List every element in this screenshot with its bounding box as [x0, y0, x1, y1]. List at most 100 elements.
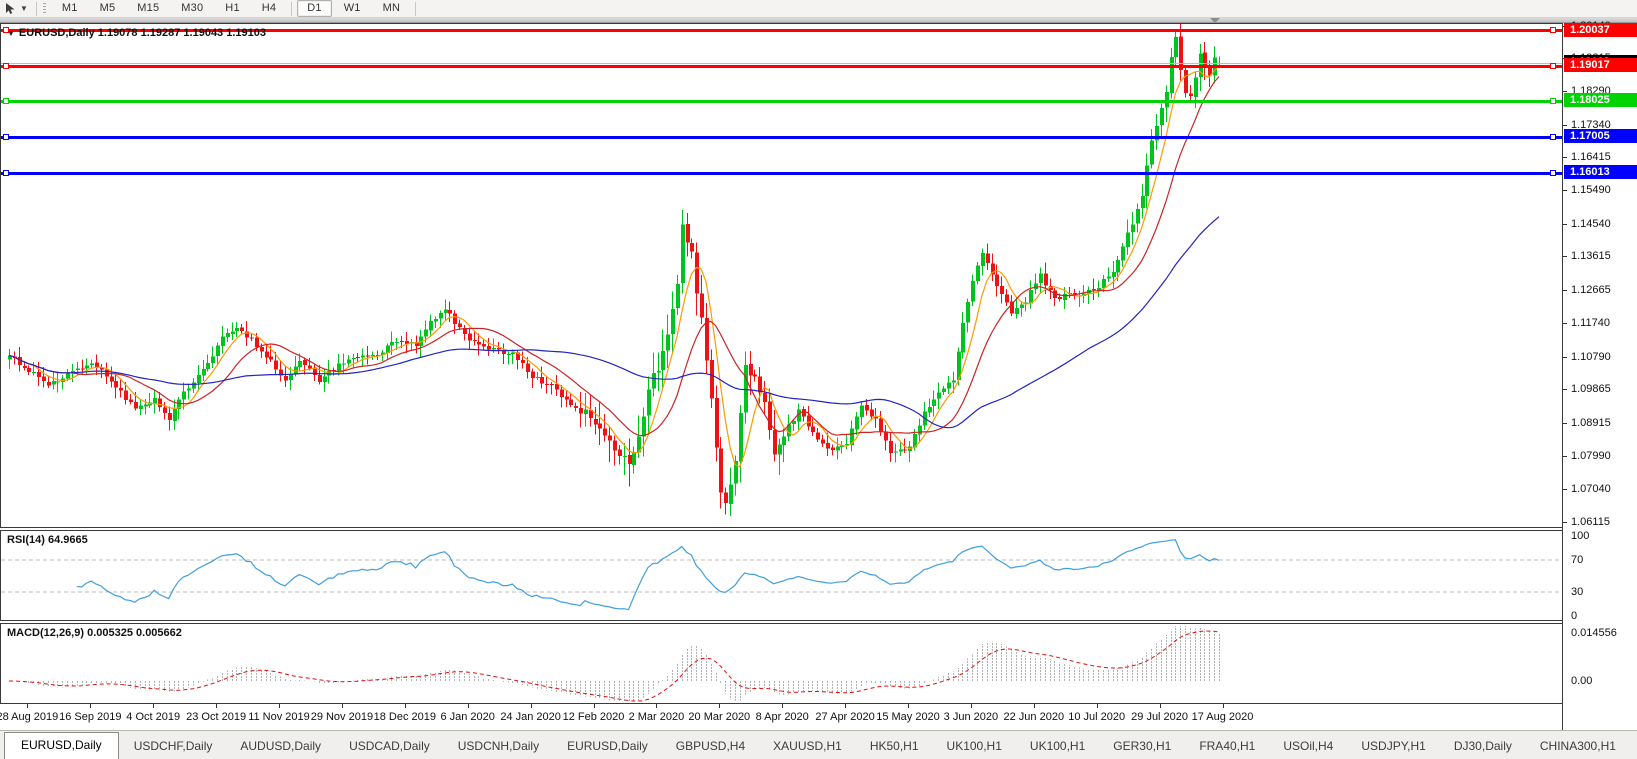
- horizontal-level-line[interactable]: [1, 171, 1562, 175]
- axis-tick: [1563, 455, 1567, 457]
- level-endpoint-handle[interactable]: [3, 169, 9, 176]
- period-button-h1[interactable]: H1: [215, 0, 249, 17]
- axis-tick: [1563, 190, 1567, 192]
- date-tick: [153, 704, 154, 708]
- axis-tick: [1563, 521, 1567, 523]
- date-label: 24 Jan 2020: [500, 711, 561, 723]
- date-tick: [468, 704, 469, 708]
- level-endpoint-handle[interactable]: [3, 98, 9, 105]
- tab-usoil-h1[interactable]: USOil,H1: [1631, 734, 1637, 759]
- period-button-w1[interactable]: W1: [334, 0, 371, 17]
- macd-canvas: [9, 626, 1220, 702]
- date-tick: [216, 704, 217, 708]
- macd-axis-label: 0.014556: [1571, 627, 1617, 639]
- level-endpoint-handle[interactable]: [1550, 27, 1556, 34]
- macd-indicator-pane[interactable]: MACD(12,26,9) 0.005325 0.005662: [0, 623, 1562, 704]
- level-endpoint-handle[interactable]: [3, 134, 9, 141]
- axis-tick-label: 1.16415: [1571, 151, 1611, 164]
- date-tick: [719, 704, 720, 708]
- date-label: 17 Aug 2020: [1191, 711, 1254, 723]
- toolbar-grip-handle[interactable]: [42, 2, 46, 15]
- tab-usdcad-daily[interactable]: USDCAD,Daily: [336, 734, 443, 759]
- tab-gbpusd-h4[interactable]: GBPUSD,H4: [663, 734, 758, 759]
- axis-tick-label: 1.07040: [1571, 483, 1611, 496]
- period-button-m30[interactable]: M30: [171, 0, 213, 17]
- tab-usdcnh-daily[interactable]: USDCNH,Daily: [445, 734, 552, 759]
- macd-label: MACD(12,26,9) 0.005325 0.005662: [7, 627, 182, 639]
- axis-tick-label: 1.10790: [1571, 350, 1611, 363]
- date-label: 15 May 2020: [876, 711, 940, 723]
- date-tick: [405, 704, 406, 708]
- tab-fra40-h1[interactable]: FRA40,H1: [1186, 734, 1268, 759]
- tab-audusd-daily[interactable]: AUDUSD,Daily: [227, 734, 334, 759]
- date-tick: [782, 704, 783, 708]
- date-tick: [594, 704, 595, 708]
- rsi-canvas: [1, 539, 1562, 611]
- date-tick: [845, 704, 846, 708]
- axis-tick: [1563, 157, 1567, 159]
- date-tick: [342, 704, 343, 708]
- level-endpoint-handle[interactable]: [1550, 63, 1556, 70]
- date-tick: [531, 704, 532, 708]
- period-button-h4[interactable]: H4: [252, 0, 286, 17]
- axis-tick-label: 1.15490: [1571, 184, 1611, 197]
- period-button-mn[interactable]: MN: [373, 0, 411, 17]
- tab-uk100-h1[interactable]: UK100,H1: [1017, 734, 1098, 759]
- axis-tick: [1563, 422, 1567, 424]
- date-label: 22 Jun 2020: [1003, 711, 1065, 723]
- level-endpoint-handle[interactable]: [1550, 169, 1556, 176]
- time-axis[interactable]: 28 Aug 2019 16 Sep 2019 4 Oct 2019 23 Oct 2…: [0, 704, 1562, 730]
- rsi-label: RSI(14) 64.9665: [7, 534, 88, 546]
- horizontal-level-line[interactable]: [1, 65, 1562, 69]
- axis-tick-label: 1.14540: [1571, 217, 1611, 230]
- chart-tab-bar: EURUSD,Daily USDCHF,Daily AUDUSD,Daily USDC…: [0, 730, 1637, 759]
- chevron-down-icon: ▼: [20, 4, 28, 13]
- date-label: 20 Mar 2020: [688, 711, 751, 723]
- horizontal-level-line[interactable]: [1, 100, 1562, 104]
- cursor-tool-icon: [6, 3, 15, 14]
- date-label: 8 Apr 2020: [755, 711, 809, 723]
- axis-tick-label: 1.12665: [1571, 284, 1611, 297]
- tab-dj30-daily[interactable]: DJ30,Daily: [1441, 734, 1525, 759]
- date-label: 11 Nov 2019: [248, 711, 310, 723]
- date-label: 2 Mar 2020: [628, 711, 685, 723]
- tab-usdchf-daily[interactable]: USDCHF,Daily: [121, 734, 226, 759]
- date-tick: [1223, 704, 1224, 708]
- date-label: 27 Apr 2020: [815, 711, 875, 723]
- level-endpoint-handle[interactable]: [3, 63, 9, 70]
- tab-eurusd-daily[interactable]: EURUSD,Daily: [554, 734, 661, 759]
- tab-usdjpy-h1[interactable]: USDJPY,H1: [1348, 734, 1438, 759]
- tab-hk50-h1[interactable]: HK50,H1: [857, 734, 932, 759]
- rsi-axis-label: 100: [1571, 530, 1590, 542]
- rsi-axis-label: 0: [1571, 610, 1578, 622]
- date-tick: [1034, 704, 1035, 708]
- level-endpoint-handle[interactable]: [1550, 98, 1556, 105]
- tab-eurusd-daily[interactable]: EURUSD,Daily: [4, 732, 119, 759]
- tab-china300-h1[interactable]: CHINA300,H1: [1527, 734, 1629, 759]
- tab-xauusd-h1[interactable]: XAUUSD,H1: [760, 734, 855, 759]
- timeframe-toolbar: ▼ M1 M5 M15 M30 H1 H4 D1 W1 MN: [0, 0, 1637, 18]
- tab-usoil-h4[interactable]: USOil,H4: [1270, 734, 1346, 759]
- toolbar-separator: [291, 1, 293, 16]
- rsi-axis-label: 30: [1571, 586, 1584, 598]
- cursor-tool-button[interactable]: ▼: [0, 2, 32, 15]
- date-label: 18 Dec 2019: [373, 711, 436, 723]
- tab-ger30-h1[interactable]: GER30,H1: [1100, 734, 1184, 759]
- axis-tick: [1563, 356, 1567, 358]
- horizontal-level-line[interactable]: [1, 136, 1562, 140]
- level-endpoint-handle[interactable]: [1550, 134, 1556, 141]
- period-button-m1[interactable]: M1: [52, 0, 88, 17]
- axis-tick: [1563, 223, 1567, 225]
- price-axis[interactable]: 1.201401.192151.182901.173401.164151.154…: [1562, 20, 1637, 730]
- level-price-tag: 1.20037: [1564, 23, 1637, 37]
- period-button-d1[interactable]: D1: [297, 0, 332, 17]
- date-tick: [1160, 704, 1161, 708]
- tab-uk100-h1[interactable]: UK100,H1: [934, 734, 1015, 759]
- date-label: 29 Nov 2019: [310, 711, 374, 723]
- date-tick: [90, 704, 91, 708]
- period-button-m5[interactable]: M5: [90, 0, 126, 17]
- rsi-indicator-pane[interactable]: RSI(14) 64.9665: [0, 530, 1562, 621]
- period-button-m15[interactable]: M15: [127, 0, 169, 17]
- date-tick: [27, 704, 28, 708]
- main-chart-pane[interactable]: ▼ EURUSD,Daily 1.19078 1.19287 1.19043 1…: [0, 23, 1562, 528]
